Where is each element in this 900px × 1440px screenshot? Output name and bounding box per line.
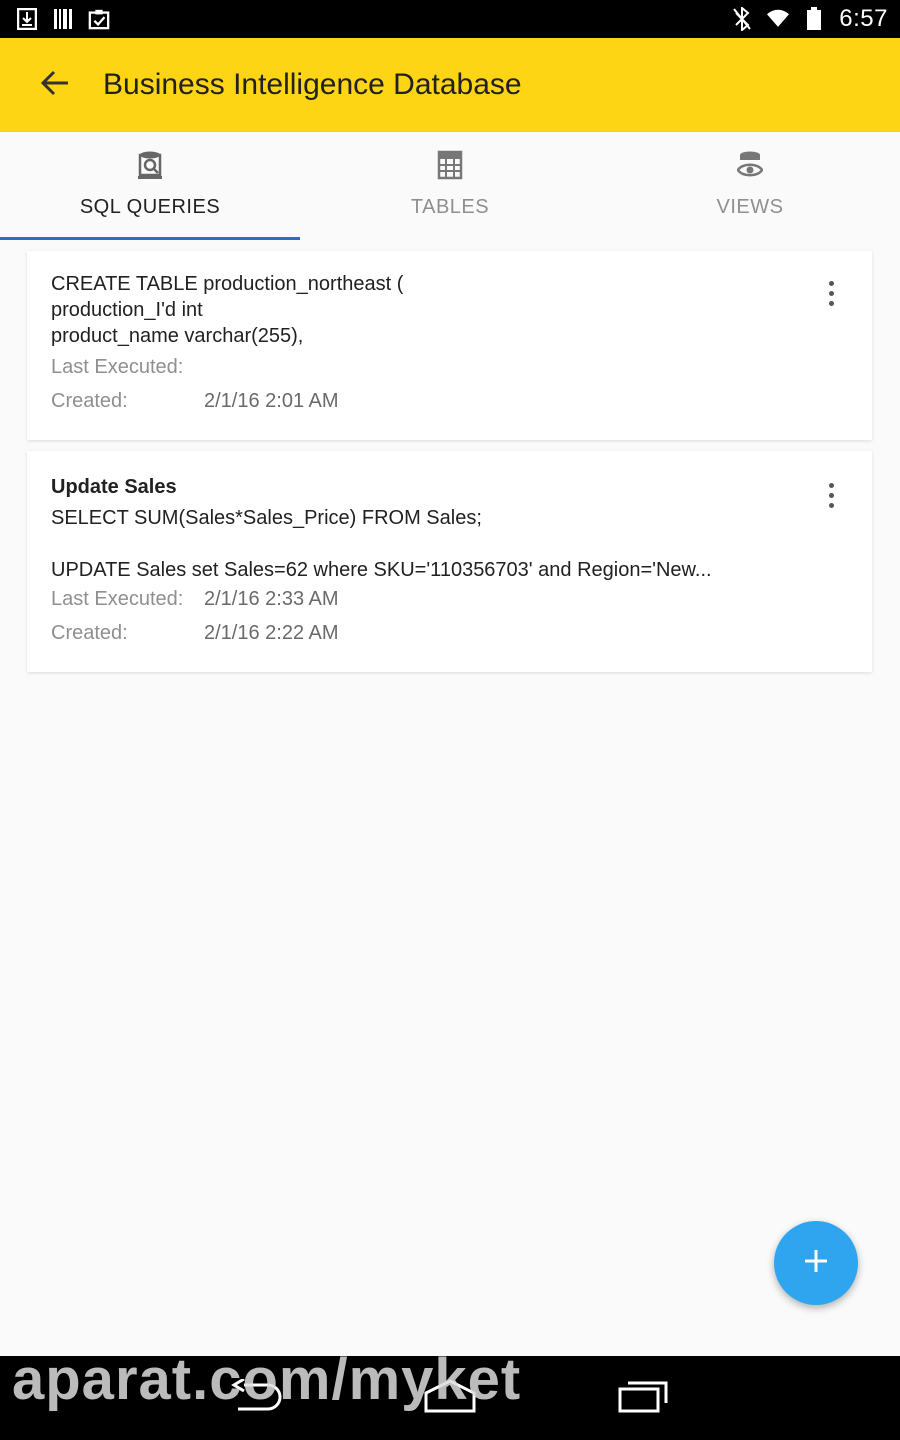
last-executed-label: Last Executed: — [51, 588, 184, 610]
app-toolbar: Business Intelligence Database — [0, 38, 900, 132]
tab-label: VIEWS — [716, 196, 784, 218]
plus-icon — [803, 1248, 829, 1279]
tab-tables[interactable]: TABLES — [300, 132, 600, 240]
query-text-line: product_name varchar(255), — [51, 325, 304, 347]
tab-label: TABLES — [410, 196, 490, 218]
created-label: Created: — [51, 622, 128, 644]
arrow-back-icon — [40, 70, 70, 101]
more-options-button[interactable] — [816, 475, 846, 515]
bluetooth-off-icon — [731, 7, 753, 31]
query-text-line: CREATE TABLE production_northeast ( — [51, 273, 404, 295]
query-text-line: UPDATE Sales set Sales=62 where SKU='110… — [51, 559, 712, 581]
created-label: Created: — [51, 390, 128, 412]
page-title: Business Intelligence Database — [103, 68, 522, 101]
view-icon — [735, 148, 765, 182]
battery-icon — [803, 7, 825, 30]
last-executed-value: 2/1/16 2:33 AM — [204, 588, 339, 610]
tab-views[interactable]: VIEWS — [600, 132, 900, 240]
status-time: 6:57 — [839, 5, 888, 32]
table-icon — [435, 148, 465, 182]
recents-nav-button[interactable] — [612, 1378, 672, 1418]
last-executed-label: Last Executed: — [51, 356, 184, 378]
more-vert-icon — [828, 280, 834, 286]
barcode-icon — [52, 8, 74, 30]
more-options-button[interactable] — [816, 273, 846, 313]
tab-label: SQL QUERIES — [79, 196, 221, 218]
recents-nav-icon — [614, 1379, 670, 1418]
query-card[interactable]: Update Sales SELECT SUM(Sales*Sales_Pric… — [27, 451, 872, 672]
query-text-line: production_I'd int — [51, 299, 203, 321]
watermark-text: aparat.com/myket — [12, 1347, 522, 1412]
query-title: Update Sales — [51, 476, 177, 498]
download-notification-icon — [16, 8, 38, 30]
status-bar: 6:57 — [0, 0, 900, 38]
add-query-button[interactable] — [774, 1221, 858, 1305]
clipboard-check-icon — [88, 8, 110, 30]
tab-sql-queries[interactable]: SQL QUERIES — [0, 132, 300, 240]
created-value: 2/1/16 2:22 AM — [204, 622, 339, 644]
created-value: 2/1/16 2:01 AM — [204, 390, 339, 412]
tab-bar: SQL QUERIES TABLES VIEWS — [0, 132, 900, 240]
query-card[interactable]: CREATE TABLE production_northeast ( prod… — [27, 251, 872, 440]
sql-query-icon — [135, 148, 165, 182]
back-button[interactable] — [25, 55, 85, 115]
more-vert-icon — [828, 482, 834, 488]
query-text-line: SELECT SUM(Sales*Sales_Price) FROM Sales… — [51, 507, 482, 529]
wifi-icon — [767, 8, 790, 30]
